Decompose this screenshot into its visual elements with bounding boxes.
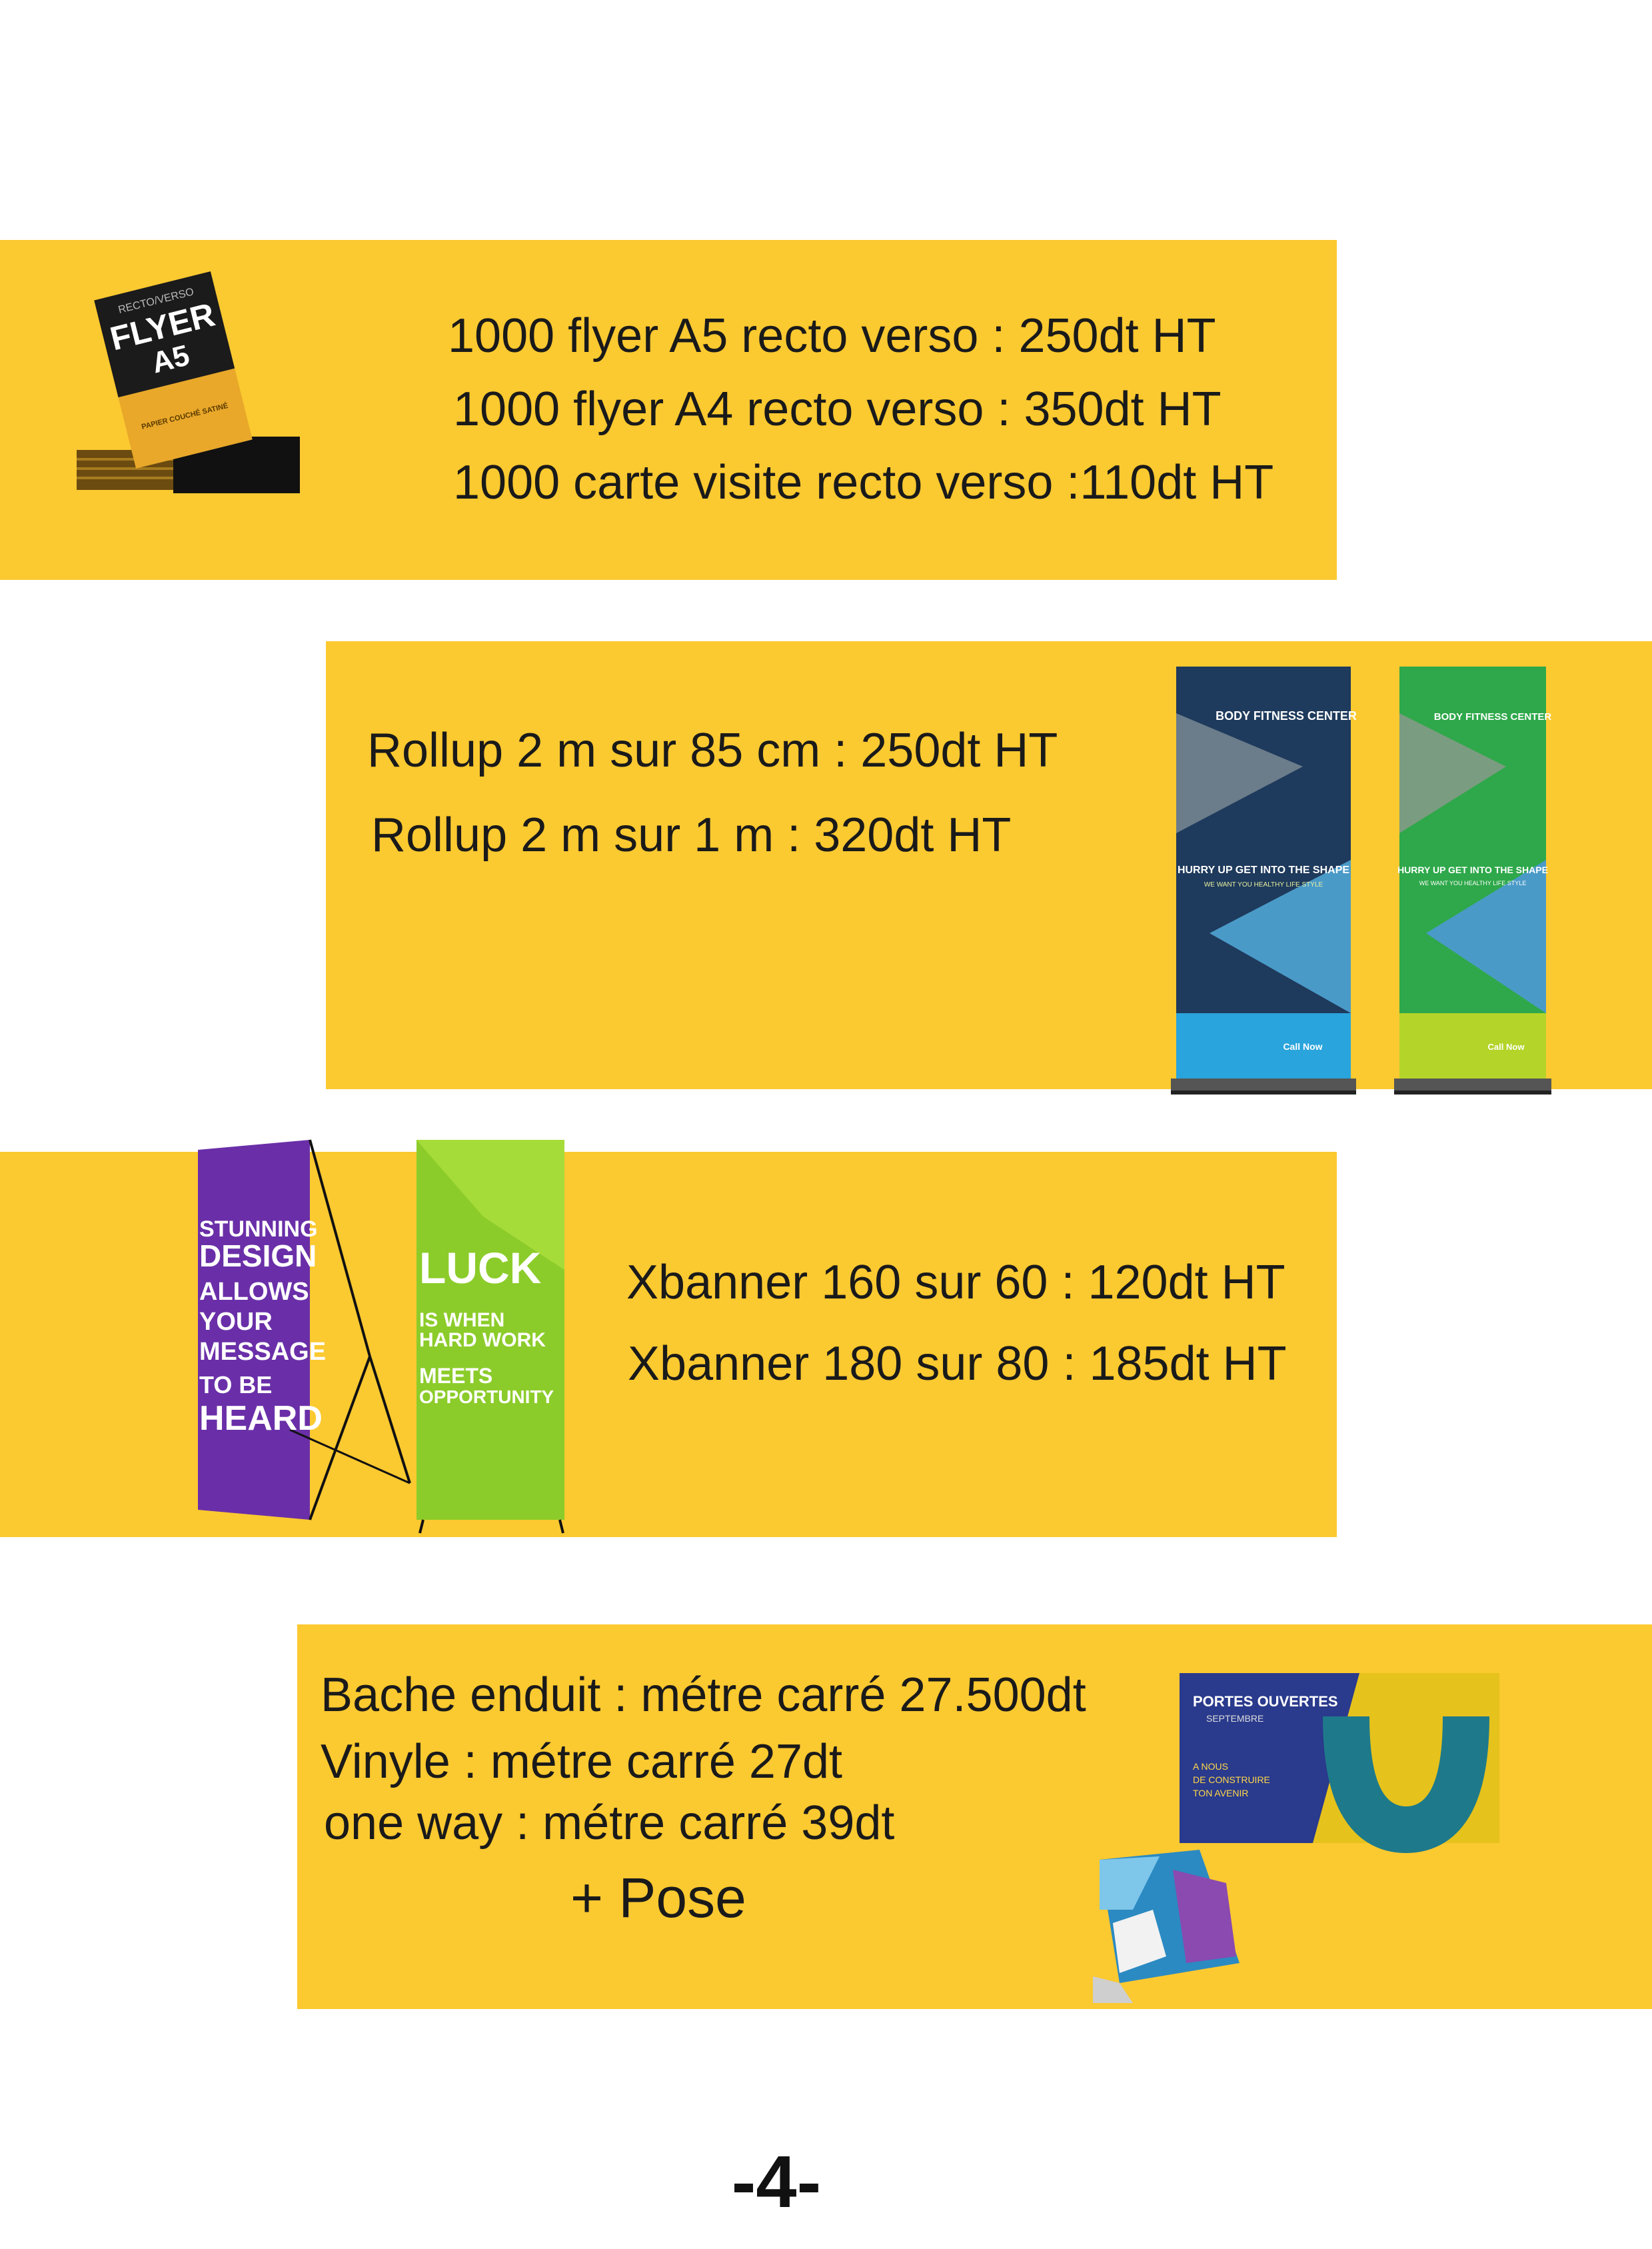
price-line: Bache enduit : métre carré 27.500dt (321, 1668, 1086, 1722)
price-line: Vinyle : métre carré 27dt (321, 1735, 843, 1788)
flyer-price-band: RECTO/VERSO FLYER A5 PAPIER COUCHÉ SATIN… (0, 240, 1337, 580)
xbanner-green-text: MEETS (419, 1364, 492, 1388)
page-number: -4- (731, 2141, 822, 2223)
rollup-brand: BODY FITNESS CENTER (1216, 709, 1357, 723)
rollup-headline: HURRY UP GET INTO THE SHAPE (1397, 865, 1548, 875)
xbanner-green-text: OPPORTUNITY (419, 1386, 554, 1407)
xbanner-green-text: HARD WORK (419, 1329, 546, 1351)
rollup-cta: Call Now (1283, 1041, 1322, 1052)
bache-tagline: A NOUS (1193, 1761, 1228, 1772)
price-line: 1000 flyer A5 recto verso : 250dt HT (448, 309, 1216, 363)
bache-tagline: TON AVENIR (1193, 1788, 1249, 1798)
rollup-banners-image: BODY FITNESS CENTER HURRY UP GET INTO TH… (1171, 667, 1552, 1095)
rollup-subline: WE WANT YOU HEALTHY LIFE STYLE (1204, 881, 1323, 889)
bache-tagline: DE CONSTRUIRE (1193, 1774, 1270, 1785)
bache-vinyle-image: PORTES OUVERTES SEPTEMBRE A NOUS DE CONS… (1093, 1673, 1499, 2003)
xbanner-purple-text: TO BE (199, 1371, 272, 1398)
rollup-cta: Call Now (1488, 1042, 1525, 1052)
rollup-headline: HURRY UP GET INTO THE SHAPE (1178, 865, 1349, 876)
price-line: Rollup 2 m sur 85 cm : 250dt HT (367, 724, 1058, 777)
price-line: 1000 carte visite recto verso :110dt HT (453, 456, 1274, 509)
rollup-subline: WE WANT YOU HEALTHY LIFE STYLE (1419, 880, 1527, 887)
pose-extra: + Pose (570, 1866, 746, 1929)
price-line: Rollup 2 m sur 1 m : 320dt HT (371, 809, 1012, 862)
xbanner-purple-text: DESIGN (199, 1238, 317, 1273)
bache-date: SEPTEMBRE (1206, 1713, 1263, 1724)
price-line: one way : métre carré 39dt (324, 1796, 895, 1850)
flyer-stack-image: RECTO/VERSO FLYER A5 PAPIER COUCHÉ SATIN… (77, 271, 300, 493)
xbanner-purple-text: HEARD (199, 1399, 323, 1438)
xbanner-purple-text: YOUR (199, 1308, 273, 1336)
price-line: Xbanner 160 sur 60 : 120dt HT (626, 1256, 1285, 1309)
xbanners-image: STUNNING DESIGN ALLOWS YOUR MESSAGE TO B… (198, 1139, 564, 1534)
price-line: Xbanner 180 sur 80 : 185dt HT (628, 1337, 1287, 1390)
xbanner-green-text: IS WHEN (419, 1309, 504, 1331)
xbanner-green-text: LUCK (419, 1243, 542, 1292)
xbanner-purple-text: MESSAGE (199, 1338, 326, 1366)
price-line: 1000 flyer A4 recto verso : 350dt HT (453, 383, 1222, 436)
rollup-brand: BODY FITNESS CENTER (1434, 711, 1552, 723)
xbanner-purple-text: ALLOWS (199, 1278, 309, 1306)
bache-title: PORTES OUVERTES (1193, 1693, 1338, 1710)
